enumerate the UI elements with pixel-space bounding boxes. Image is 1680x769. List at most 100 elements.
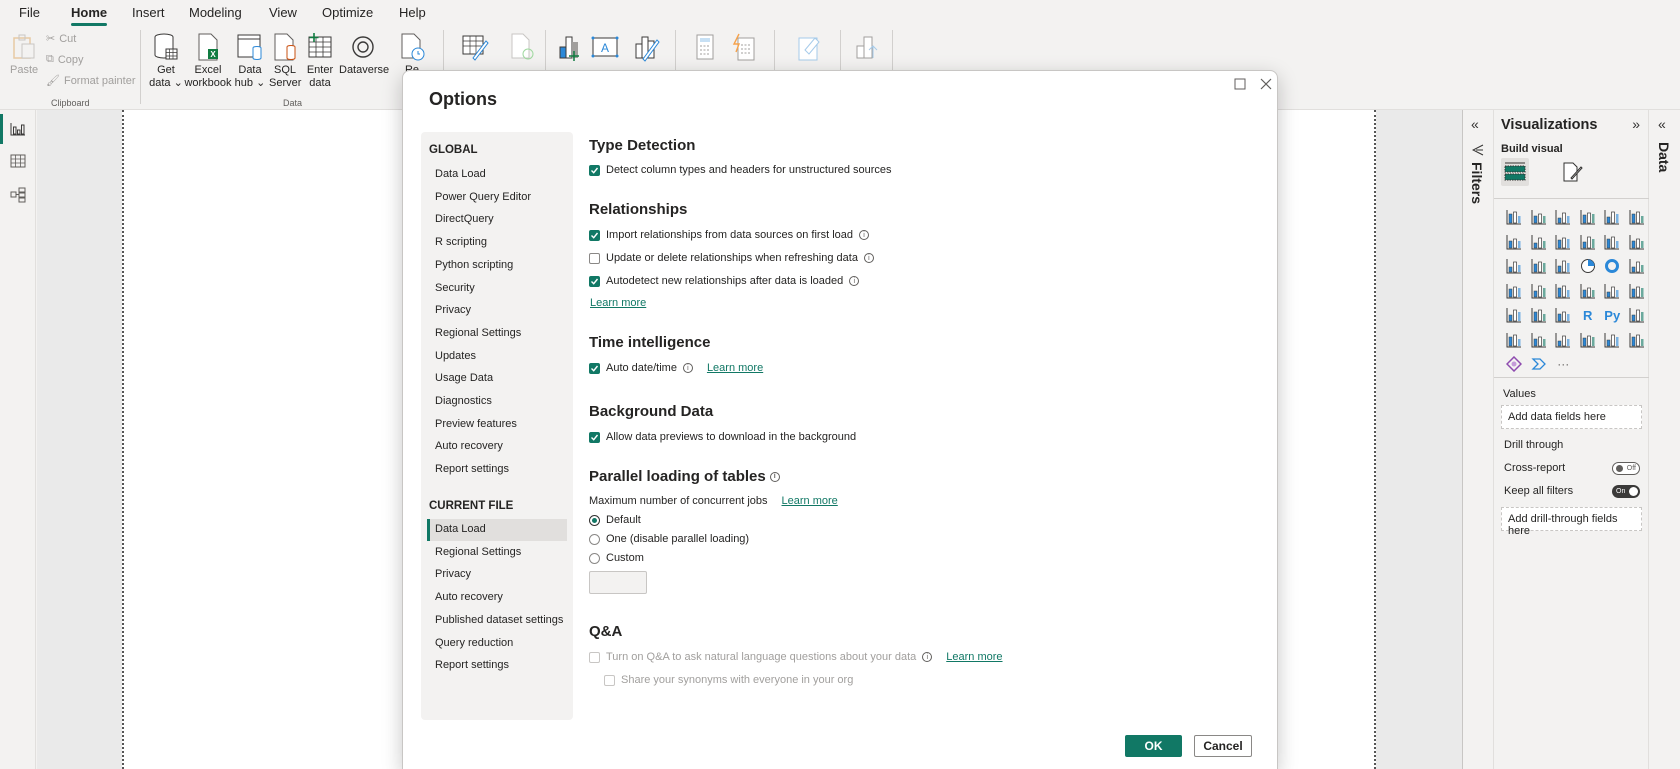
expand-data-icon[interactable]: « <box>1658 116 1666 132</box>
values-drop-zone[interactable]: Add data fields here <box>1501 405 1642 429</box>
maximize-icon[interactable] <box>1232 76 1248 92</box>
visual-matrix[interactable] <box>1551 303 1576 328</box>
visual-kpi[interactable] <box>1625 279 1650 304</box>
visual-map[interactable] <box>1502 279 1527 304</box>
data-label[interactable]: Data <box>1656 142 1672 172</box>
nav-global-power-query-editor[interactable]: Power Query Editor <box>427 187 567 209</box>
tab-view[interactable]: View <box>269 5 297 20</box>
info-icon[interactable]: i <box>849 276 860 286</box>
nav-global-regional-settings[interactable]: Regional Settings <box>427 323 567 345</box>
copy-button[interactable]: ⧉ Copy <box>46 53 84 66</box>
nav-current-published-dataset-settings[interactable]: Published dataset settings <box>427 610 567 632</box>
nav-global-privacy[interactable]: Privacy <box>427 300 567 322</box>
visual-treemap[interactable] <box>1625 254 1650 279</box>
collapse-visualizations-icon[interactable]: » <box>1632 116 1640 132</box>
one-radio[interactable] <box>589 533 600 545</box>
tab-insert[interactable]: Insert <box>132 5 165 20</box>
ok-button[interactable]: OK <box>1125 735 1182 757</box>
nav-current-regional-settings[interactable]: Regional Settings <box>427 542 567 564</box>
nav-current-data-load[interactable]: Data Load <box>427 519 567 541</box>
sql-server-button[interactable]: SQL Server <box>269 32 301 90</box>
visual-multi-row-card[interactable] <box>1600 279 1625 304</box>
nav-global-security[interactable]: Security <box>427 278 567 300</box>
visual-stacked-area-chart[interactable] <box>1551 230 1576 255</box>
nav-global-preview-features[interactable]: Preview features <box>427 414 567 436</box>
visual-power-apps[interactable] <box>1502 352 1527 377</box>
info-icon[interactable]: i <box>922 652 933 662</box>
refresh-button[interactable] <box>506 32 538 64</box>
format-painter-button[interactable]: 🖌 Format painter <box>46 74 136 88</box>
nav-current-report-settings[interactable]: Report settings <box>427 655 567 677</box>
nav-current-auto-recovery[interactable]: Auto recovery <box>427 587 567 609</box>
new-measure-button[interactable] <box>690 32 720 64</box>
visual-python-visual[interactable]: Py <box>1600 303 1625 328</box>
publish-button[interactable] <box>852 32 882 64</box>
visual-gauge[interactable] <box>1551 279 1576 304</box>
visual-paginated-report[interactable] <box>1600 328 1625 353</box>
import-relationships-checkbox[interactable] <box>589 229 600 241</box>
visual-100-stacked-bar-chart[interactable] <box>1600 205 1625 230</box>
tab-help[interactable]: Help <box>399 5 426 20</box>
autodetect-relationships-option[interactable]: Autodetect new relationships after data … <box>589 275 860 287</box>
nav-global-python-scripting[interactable]: Python scripting <box>427 255 567 277</box>
visual-slicer[interactable] <box>1502 303 1527 328</box>
nav-global-report-settings[interactable]: Report settings <box>427 459 567 481</box>
more-visuals-button[interactable] <box>632 32 662 64</box>
excel-workbook-button[interactable]: X Excel workbook <box>183 32 233 90</box>
visual-card[interactable] <box>1576 279 1601 304</box>
visual-area-chart[interactable] <box>1527 230 1552 255</box>
parallel-default-option[interactable]: Default <box>589 514 641 526</box>
report-view-button[interactable] <box>0 114 36 144</box>
qa-turn-on-checkbox[interactable] <box>589 651 600 663</box>
visual-table[interactable] <box>1527 303 1552 328</box>
info-icon[interactable]: i <box>682 363 693 373</box>
allow-previews-checkbox[interactable] <box>589 431 600 443</box>
visual-azure-map[interactable] <box>1625 328 1650 353</box>
auto-datetime-checkbox[interactable] <box>589 362 600 374</box>
nav-global-data-load[interactable]: Data Load <box>427 164 567 186</box>
info-icon[interactable]: i <box>863 253 874 263</box>
import-relationships-option[interactable]: Import relationships from data sources o… <box>589 229 870 241</box>
visual-decomposition-tree[interactable] <box>1502 328 1527 353</box>
visual-funnel-chart[interactable] <box>1527 254 1552 279</box>
nav-global-r-scripting[interactable]: R scripting <box>427 232 567 254</box>
visual-qa-visual[interactable] <box>1527 328 1552 353</box>
nav-current-privacy[interactable]: Privacy <box>427 564 567 586</box>
visual-100-stacked-column-chart[interactable] <box>1625 205 1650 230</box>
cut-button[interactable]: ✂ Cut <box>46 32 76 46</box>
table-view-button[interactable] <box>0 146 36 176</box>
visual-key-influencers[interactable] <box>1625 303 1650 328</box>
visual-filled-map[interactable] <box>1527 279 1552 304</box>
visual-r-visual[interactable]: R <box>1576 303 1601 328</box>
visual-stacked-bar-chart[interactable] <box>1502 205 1527 230</box>
keep-all-filters-toggle[interactable]: On <box>1612 485 1640 498</box>
dataverse-button[interactable]: Dataverse <box>339 32 389 77</box>
visual-ribbon-chart[interactable] <box>1625 230 1650 255</box>
sensitivity-button[interactable] <box>794 32 824 64</box>
format-visual-tab[interactable] <box>1558 158 1586 186</box>
info-icon[interactable]: i <box>769 471 780 482</box>
build-visual-tab[interactable] <box>1501 158 1529 186</box>
filters-label[interactable]: Filters <box>1469 162 1485 204</box>
custom-radio[interactable] <box>589 552 600 564</box>
relationships-learn-more-link[interactable]: Learn more <box>590 297 646 309</box>
get-data-button[interactable]: Get data ⌄ <box>149 32 183 90</box>
nav-current-query-reduction[interactable]: Query reduction <box>427 633 567 655</box>
parallel-custom-option[interactable]: Custom <box>589 552 644 564</box>
visual-donut-chart[interactable] <box>1600 254 1625 279</box>
text-box-button[interactable]: A <box>590 32 620 64</box>
visual-line-clustered-column-chart[interactable] <box>1576 230 1601 255</box>
default-radio[interactable] <box>589 514 600 526</box>
visual-pie-chart[interactable] <box>1576 254 1601 279</box>
tab-file[interactable]: File <box>19 5 40 20</box>
visual-metrics[interactable] <box>1576 328 1601 353</box>
paste-button[interactable]: Paste <box>10 32 38 77</box>
expand-filters-icon[interactable]: « <box>1471 116 1479 132</box>
detect-types-checkbox[interactable] <box>589 164 600 176</box>
tab-modeling[interactable]: Modeling <box>189 5 242 20</box>
model-view-button[interactable] <box>0 180 36 210</box>
update-relationships-option[interactable]: Update or delete relationships when refr… <box>589 252 874 264</box>
enter-data-button[interactable]: Enter data <box>304 32 336 90</box>
update-relationships-checkbox[interactable] <box>589 252 600 264</box>
parallel-one-option[interactable]: One (disable parallel loading) <box>589 533 749 545</box>
